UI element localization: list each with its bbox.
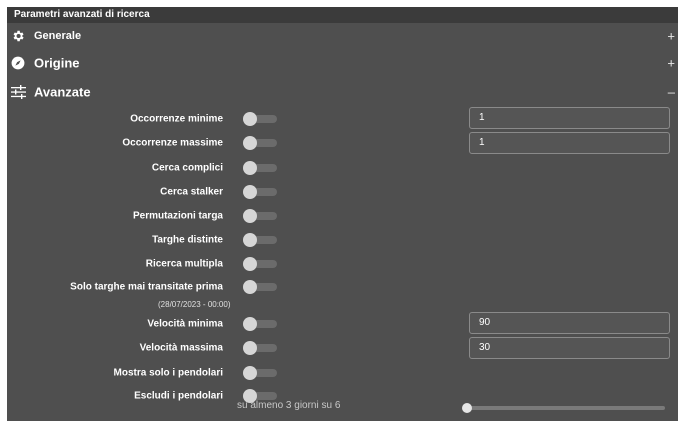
velocita-minima-input[interactable]: 90 — [469, 312, 670, 334]
advanced-search-panel: Parametri avanzati di ricerca Generale +… — [7, 7, 678, 421]
mostra-pendolari-toggle[interactable] — [243, 366, 277, 380]
pendolari-range-text: su almeno 3 giorni su 6 — [237, 400, 341, 411]
velocita-massima-input[interactable]: 30 — [469, 337, 670, 359]
option-label: Escludi i pendolari — [134, 390, 223, 402]
section-generale[interactable]: Generale + — [7, 23, 678, 49]
option-label: Velocità minima — [147, 318, 223, 330]
section-label: Avanzate — [34, 84, 91, 99]
row-cerca-stalker: Cerca stalker — [7, 180, 678, 204]
row-solo-targhe: Solo targhe mai transitate prima — [7, 275, 678, 299]
date-sublabel: (28/07/2023 - 00:00) — [158, 300, 231, 309]
permutazioni-targa-toggle[interactable] — [243, 209, 277, 223]
occorrenze-massime-input[interactable]: 1 — [469, 132, 670, 154]
targhe-distinte-toggle[interactable] — [243, 233, 277, 247]
row-mostra-pendolari: Mostra solo i pendolari — [7, 361, 678, 385]
slider-rail — [466, 406, 665, 410]
collapse-icon[interactable]: – — [668, 84, 675, 99]
panel-title: Parametri avanzati di ricerca — [7, 7, 678, 23]
sliders-icon — [10, 84, 26, 100]
option-label: Cerca complici — [151, 162, 223, 174]
option-label: Mostra solo i pendolari — [113, 367, 223, 379]
expand-icon[interactable]: + — [667, 55, 675, 70]
velocita-massima-toggle[interactable] — [243, 341, 277, 355]
compass-icon — [10, 55, 26, 71]
option-label: Occorrenze minime — [130, 113, 223, 125]
velocita-minima-toggle[interactable] — [243, 317, 277, 331]
row-permutazioni-targa: Permutazioni targa — [7, 204, 678, 228]
section-label: Origine — [34, 55, 80, 70]
gear-icon — [10, 28, 26, 44]
option-label: Velocità massima — [139, 342, 223, 354]
option-label: Permutazioni targa — [132, 210, 223, 222]
section-avanzate[interactable]: Avanzate – — [7, 78, 678, 105]
option-label: Ricerca multipla — [145, 258, 223, 270]
cerca-complici-toggle[interactable] — [243, 161, 277, 175]
section-origine[interactable]: Origine + — [7, 49, 678, 76]
expand-icon[interactable]: + — [667, 29, 675, 44]
section-label: Generale — [34, 30, 82, 42]
cerca-stalker-toggle[interactable] — [243, 185, 277, 199]
occorrenze-massime-toggle[interactable] — [243, 136, 277, 150]
row-ricerca-multipla: Ricerca multipla — [7, 252, 678, 276]
option-label: Solo targhe mai transitate prima — [70, 281, 223, 293]
pendolari-slider[interactable] — [462, 403, 665, 413]
option-label: Occorrenze massime — [122, 137, 223, 149]
row-cerca-complici: Cerca complici — [7, 156, 678, 180]
ricerca-multipla-toggle[interactable] — [243, 257, 277, 271]
occorrenze-minime-toggle[interactable] — [243, 112, 277, 126]
option-label: Cerca stalker — [160, 186, 223, 198]
solo-targhe-toggle[interactable] — [243, 280, 277, 294]
slider-thumb[interactable] — [462, 403, 472, 413]
row-targhe-distinte: Targhe distinte — [7, 228, 678, 252]
option-label: Targhe distinte — [152, 234, 223, 246]
occorrenze-minime-input[interactable]: 1 — [469, 107, 670, 129]
